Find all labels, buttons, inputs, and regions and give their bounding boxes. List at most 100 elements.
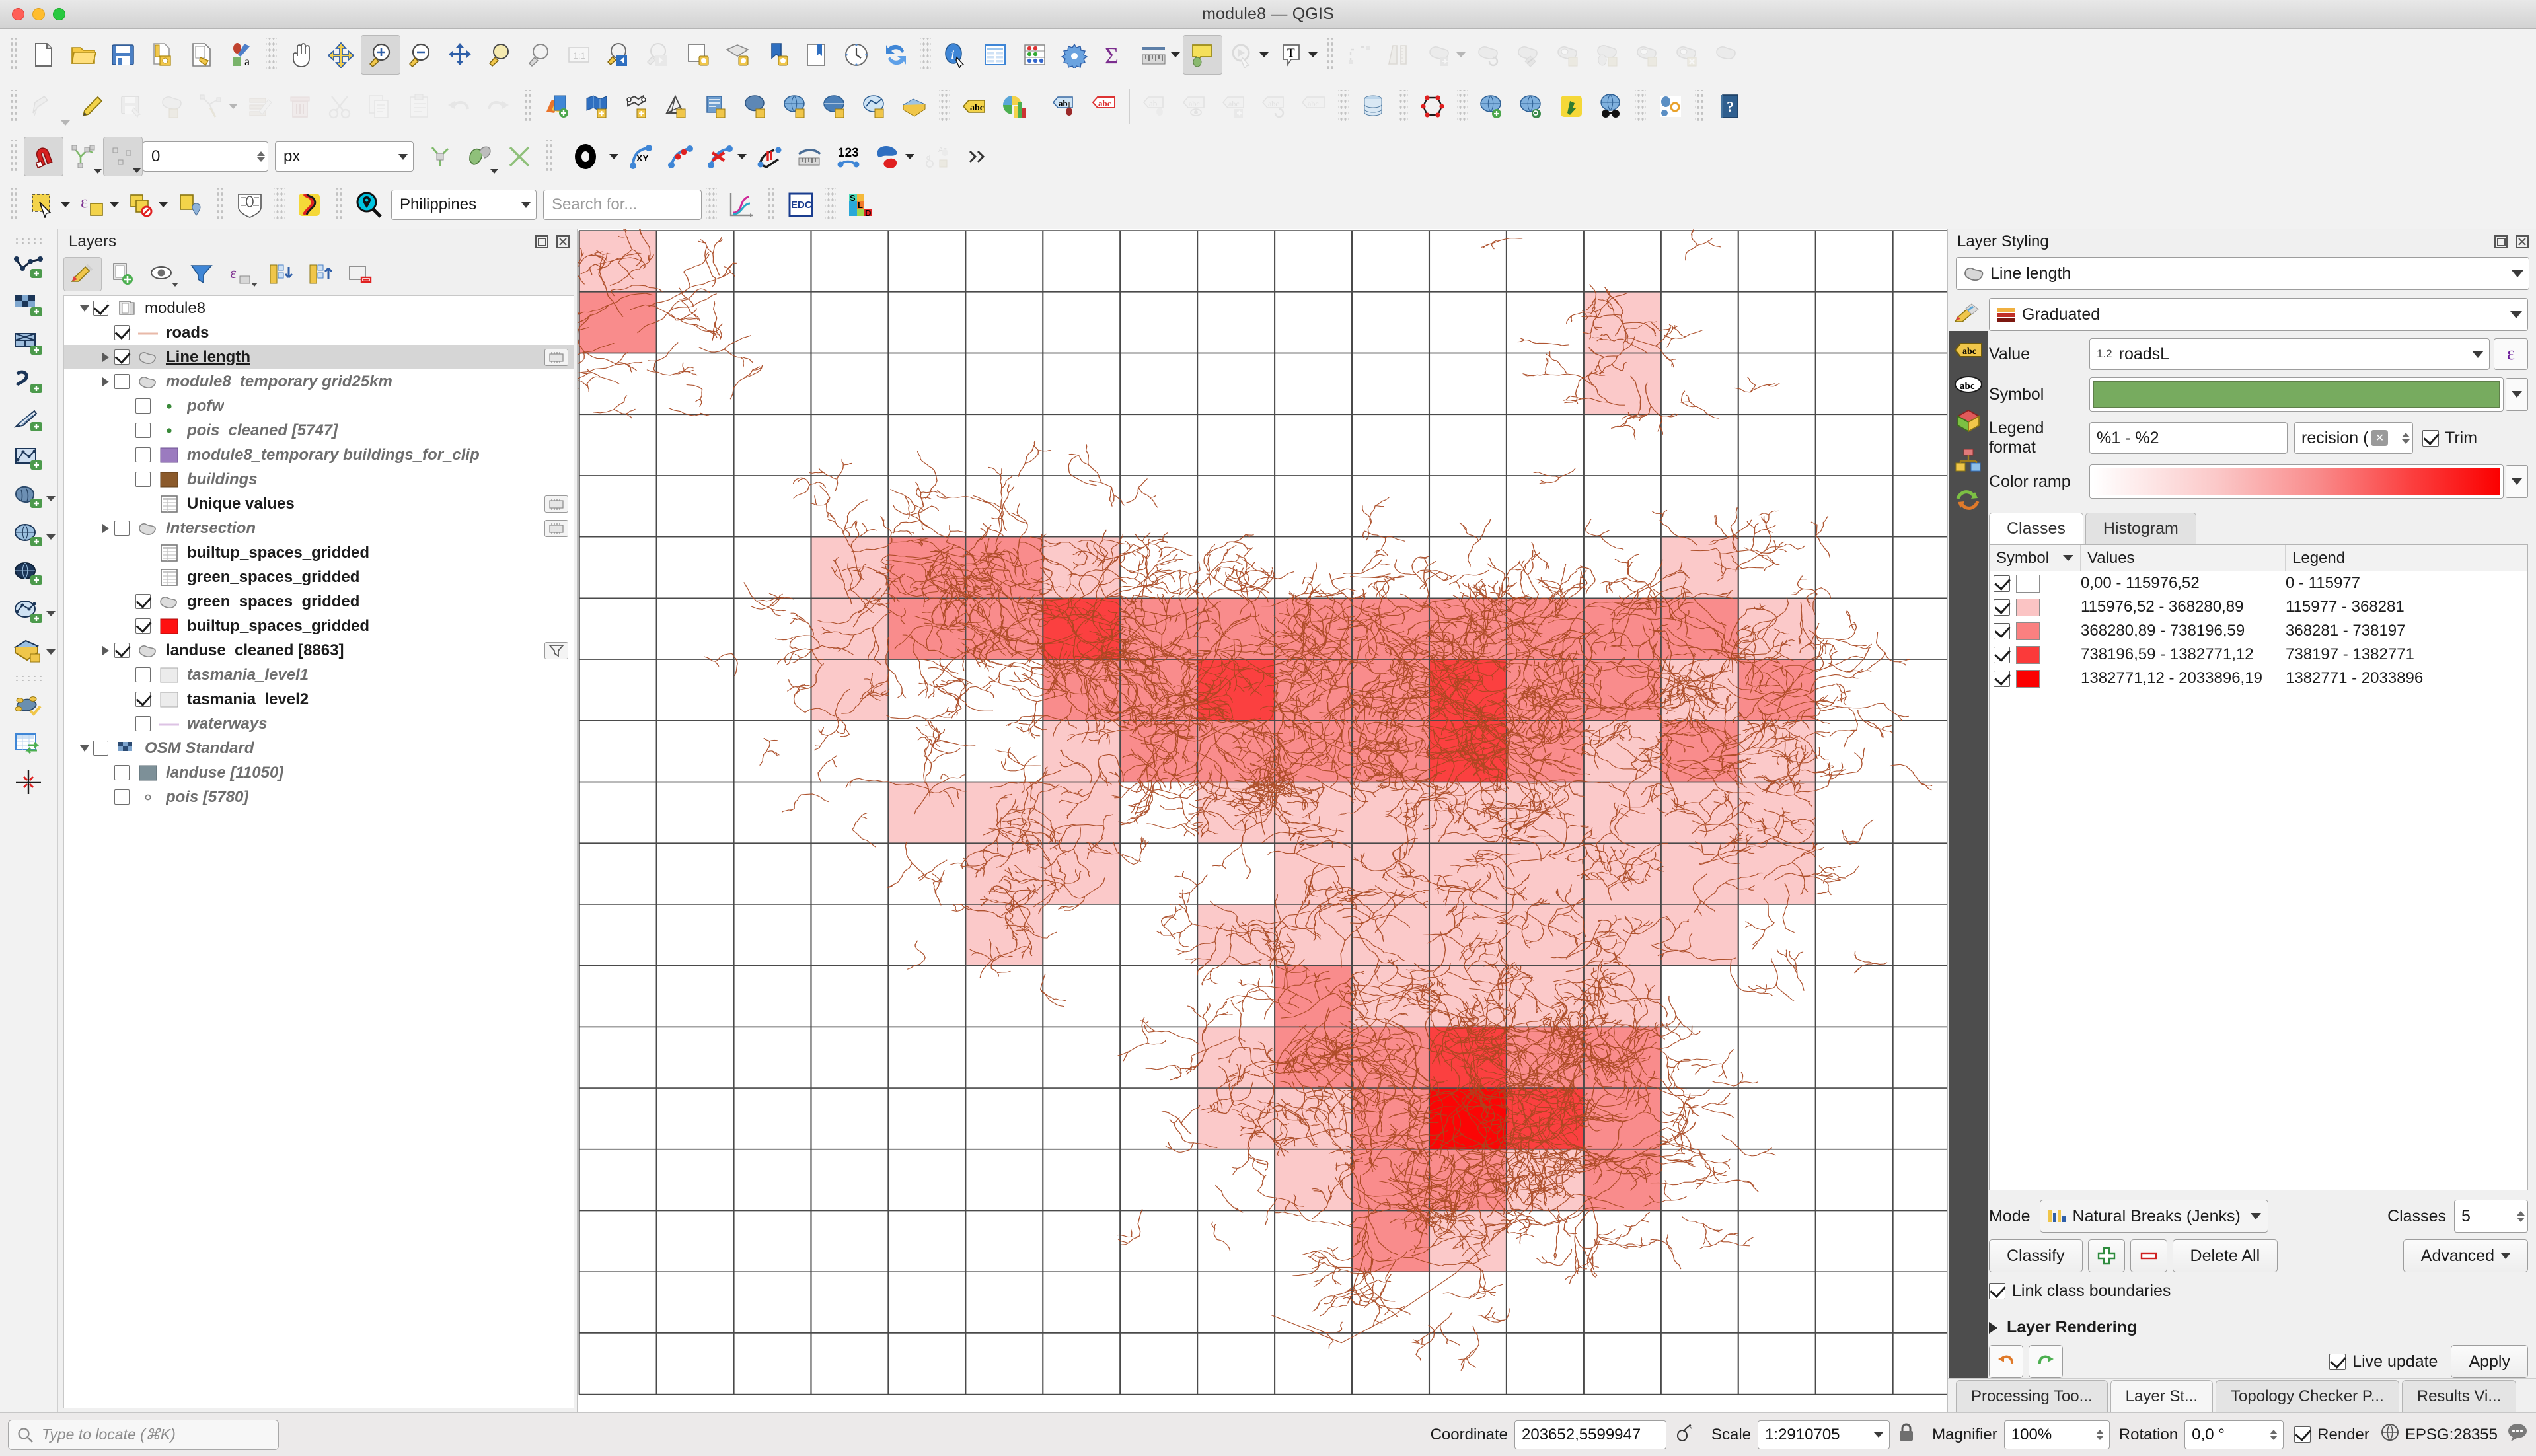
class-row[interactable]: 115976,52 - 368280,89 115977 - 368281 [1990,595,2527,619]
profile-grip[interactable] [706,188,717,221]
add-polygon-digitize-icon[interactable] [152,87,192,126]
avoid-overlap-icon[interactable] [460,137,500,176]
manage-visibility-button[interactable] [143,257,181,291]
column-values[interactable]: Values [2081,545,2286,571]
save-project-as-icon[interactable] [143,35,182,75]
magnifier-input[interactable]: 100% [2003,1420,2110,1449]
layer-visibility-checkbox[interactable] [114,789,130,805]
road-graph-icon[interactable] [289,185,329,225]
class-enabled-checkbox[interactable] [1994,599,2010,616]
legend-format-input[interactable]: %1 - %2 [2089,422,2288,454]
classes-count-steppers[interactable] [2517,1210,2525,1222]
rotate-feature-icon[interactable] [1468,35,1508,75]
class-color-swatch[interactable] [2016,574,2040,593]
layer-visibility-checkbox[interactable] [135,716,151,731]
vtool-grip[interactable] [13,237,44,246]
add-raster-layer-icon[interactable] [617,87,657,126]
zoom-to-selection-icon[interactable] [480,35,519,75]
coordinate-toggle-icon[interactable] [1674,1422,1694,1447]
layer-visibility-checkbox[interactable] [114,765,130,780]
layer-visibility-checkbox[interactable] [135,692,151,707]
select-value-icon[interactable] [170,185,210,225]
layer-row-module8[interactable]: module8 [64,296,574,320]
snapping-tolerance-steppers[interactable] [257,151,265,162]
layer-row-module8-temporary-buildings-for-clip[interactable]: module8_temporary buildings_for_clip [64,443,574,467]
zoom-last-icon[interactable] [599,35,638,75]
tab-processing-toolbox[interactable]: Processing Too... [1956,1380,2108,1412]
styling-header-icons[interactable] [2494,235,2529,249]
crs-label[interactable]: EPSG:28355 [2405,1426,2498,1444]
remove-class-button[interactable] [2130,1239,2167,1272]
filter-legend-expression-button[interactable]: ε [222,257,260,291]
save-layer-edits-icon[interactable] [112,87,152,126]
add-delimited-text-side-icon[interactable] [5,364,53,402]
expand-all-button[interactable] [262,257,300,291]
layer-row-roads[interactable]: roads [64,320,574,345]
zoom-out-icon[interactable] [400,35,440,75]
link-class-boundaries-checkbox[interactable] [1989,1283,2005,1299]
classes-count-input[interactable]: 5 [2454,1200,2528,1233]
tab-topology-checker[interactable]: Topology Checker P... [2216,1380,2399,1412]
new-print-layout-icon[interactable] [182,35,222,75]
layer-row-landuse-cleaned-8863[interactable]: landuse_cleaned [8863] [64,638,574,663]
history-tab-icon[interactable] [1954,487,1983,512]
layer-row-builtup-spaces-gridded[interactable]: builtup_spaces_gridded [64,540,574,565]
layer-visibility-checkbox[interactable] [114,325,130,340]
expression-button[interactable]: ε [2494,338,2528,370]
layer-row-tasmania-level1[interactable]: tasmania_level1 [64,663,574,687]
class-row[interactable]: 0,00 - 115976,52 0 - 115977 [1990,571,2527,595]
sld-grip[interactable] [825,188,836,221]
zoom-full-icon[interactable] [440,35,480,75]
simplify-feature-icon[interactable] [1508,35,1548,75]
expander-triangle-icon[interactable] [97,645,114,655]
zoom-native-icon[interactable]: 1:1 [559,35,599,75]
crs-black-icon[interactable] [559,137,612,176]
sld-plugin-icon[interactable]: SLD [840,185,880,225]
layer-visibility-checkbox[interactable] [135,594,151,609]
edc-grip[interactable] [766,188,776,221]
delete-vertex-icon[interactable] [700,137,740,176]
masks-tab-icon[interactable]: abc [1954,375,1983,394]
layer-row-module8-temporary-grid25km[interactable]: module8_temporary grid25km [64,369,574,394]
tab-layer-styling[interactable]: Layer St... [2110,1380,2214,1412]
elevation-profile-icon[interactable] [722,185,761,225]
snapping-type-icon[interactable] [103,137,143,176]
help-icon[interactable]: ? [1710,87,1750,126]
geocoder-search-icon[interactable] [349,185,389,225]
country-select[interactable]: Philippines [391,190,537,220]
scale-select[interactable]: 1:2910705 [1758,1420,1890,1449]
add-mesh-layer-side-icon[interactable] [5,326,53,364]
remove-layer-button[interactable] [341,257,379,291]
gui-grip[interactable] [215,188,225,221]
filter-legend-button[interactable] [182,257,221,291]
styling-layer-select[interactable]: Line length [1956,257,2529,290]
layer-filter-icon[interactable] [544,642,568,659]
web-grip[interactable] [1457,90,1468,123]
parallel-constraint-icon[interactable] [749,137,789,176]
layer-visibility-checkbox[interactable] [135,447,151,462]
pan-to-selection-icon[interactable] [321,35,361,75]
labels-tab-icon[interactable]: abc [1954,339,1983,361]
toolbar-overflow-icon[interactable] [957,137,996,176]
column-legend[interactable]: Legend [2286,545,2527,571]
database-manager-icon[interactable] [1353,87,1393,126]
topological-editing-icon[interactable] [420,137,460,176]
azimuth-distance-icon[interactable]: Az d [917,137,957,176]
enable-snapping-icon[interactable] [24,137,63,176]
qfield-sync-icon[interactable] [1551,87,1591,126]
color-ramp-preview[interactable] [2089,464,2504,499]
open-layer-styling-button[interactable] [63,257,102,291]
check-geometries-side-icon[interactable] [5,686,53,725]
tab-results-viewer[interactable]: Results Vi... [2401,1380,2517,1412]
expander-triangle-icon[interactable] [97,377,114,386]
vertex-tool-icon[interactable] [192,87,231,126]
snapping-units-select[interactable]: px [275,141,414,172]
add-postgis-side-icon[interactable] [5,479,56,517]
add-ring-icon[interactable] [1548,35,1587,75]
sum-icon[interactable]: Σ [1094,35,1134,75]
style-manager-icon[interactable]: a [222,35,262,75]
move-feature-icon[interactable] [1419,35,1459,75]
layer-row-builtup-spaces-gridded[interactable]: builtup_spaces_gridded [64,614,574,638]
class-enabled-checkbox[interactable] [1994,575,2010,592]
layer-visibility-checkbox[interactable] [114,643,130,658]
